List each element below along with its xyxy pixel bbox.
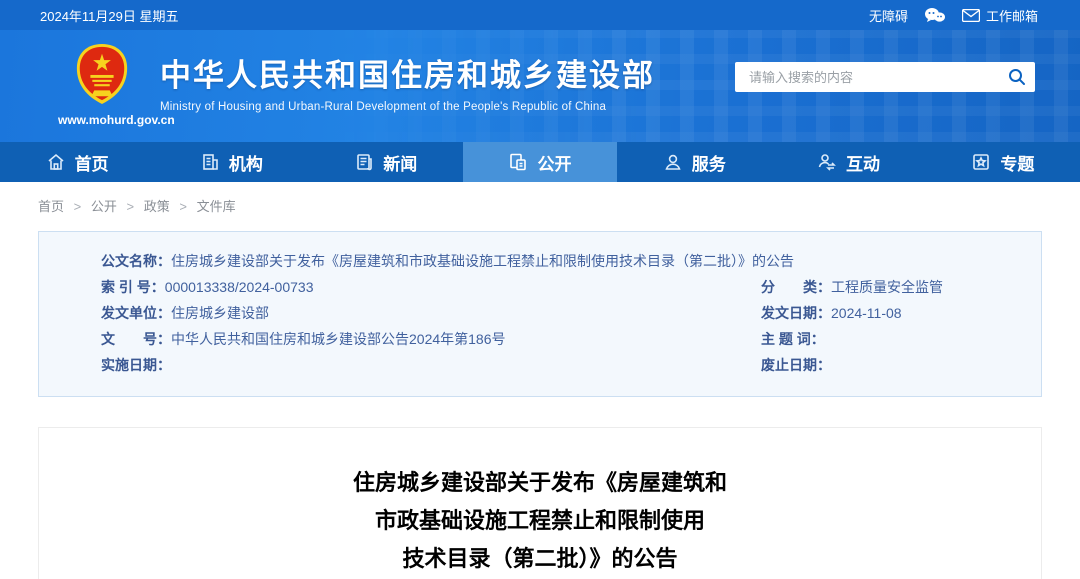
current-date: 2024年11月29日 星期五	[40, 8, 179, 24]
nav-item-disclosure[interactable]: 公开	[462, 142, 618, 182]
nav-item-interaction[interactable]: 互动	[771, 142, 925, 182]
index-number-row: 索 引 号：000013338/2024-00733	[101, 279, 314, 295]
top-utility-bar: 2024年11月29日 星期五 无障碍 工作邮箱	[0, 0, 1080, 30]
article-panel: 住房城乡建设部关于发布《房屋建筑和 市政基础设施工程禁止和限制使用 技术目录（第…	[38, 427, 1042, 579]
breadcrumb-disclosure[interactable]: 公开	[91, 199, 117, 214]
nav-item-org[interactable]: 机构	[154, 142, 308, 182]
wechat-icon[interactable]	[924, 7, 946, 23]
doc-number-row: 文 号：中华人民共和国住房和城乡建设部公告2024年第186号	[101, 331, 506, 347]
nav-item-topics[interactable]: 专题	[926, 142, 1080, 182]
nav-label: 专题	[1000, 154, 1035, 174]
nav-item-services[interactable]: 服务	[617, 142, 771, 182]
site-subtitle: Ministry of Housing and Urban-Rural Deve…	[160, 101, 607, 113]
issuing-unit-row: 发文单位：住房城乡建设部	[101, 305, 269, 321]
nav-label: 公开	[537, 154, 572, 174]
doc-info-panel: 公文名称：住房城乡建设部关于发布《房屋建筑和市政基础设施工程禁止和限制使用技术目…	[38, 231, 1042, 397]
doc-name-row: 公文名称：住房城乡建设部关于发布《房屋建筑和市政基础设施工程禁止和限制使用技术目…	[101, 248, 1041, 274]
site-header: www.mohurd.gov.cn 中华人民共和国住房和城乡建设部 Minist…	[0, 30, 1080, 142]
subject-words-row: 主 题 词：	[761, 331, 825, 347]
work-mailbox-label: 工作邮箱	[985, 8, 1038, 24]
national-emblem-icon	[76, 44, 128, 104]
site-title: 中华人民共和国住房和城乡建设部	[160, 58, 655, 93]
nav-label: 互动	[846, 154, 881, 174]
nav-label: 机构	[228, 154, 263, 174]
doc-name-value: 住房城乡建设部关于发布《房屋建筑和市政基础设施工程禁止和限制使用技术目录（第二批…	[171, 253, 794, 269]
implementation-date-row: 实施日期：	[101, 357, 171, 373]
building-icon	[203, 154, 218, 170]
nav-item-home[interactable]: 首页	[0, 142, 154, 182]
news-icon	[357, 154, 373, 171]
repeal-date-row: 废止日期：	[761, 357, 831, 373]
category-row: 分 类：工程质量安全监管	[761, 279, 943, 295]
nav-label: 新闻	[383, 154, 418, 174]
accessibility-link[interactable]: 无障碍	[869, 6, 908, 25]
site-logo[interactable]: www.mohurd.gov.cn	[58, 42, 175, 127]
search-icon[interactable]	[999, 62, 1035, 92]
article-title-line: 住房城乡建设部关于发布《房屋建筑和	[352, 470, 727, 495]
search-input[interactable]	[735, 62, 999, 92]
article-title-line: 市政基础设施工程禁止和限制使用	[374, 508, 705, 533]
star-topic-icon	[973, 154, 990, 170]
doc-name-label: 公文名称：	[101, 253, 171, 269]
mail-icon	[961, 8, 980, 22]
article-title-line: 技术目录（第二批）》的公告	[402, 546, 678, 571]
breadcrumb-separator: >	[126, 199, 135, 214]
breadcrumb-home[interactable]: 首页	[38, 199, 64, 214]
breadcrumb: 首页 > 公开 > 政策 > 文件库	[0, 182, 1080, 227]
service-person-icon	[665, 154, 681, 170]
site-search	[735, 62, 1035, 92]
nav-label: 首页	[74, 154, 109, 174]
interaction-icon	[818, 154, 836, 171]
article-title: 住房城乡建设部关于发布《房屋建筑和 市政基础设施工程禁止和限制使用 技术目录（第…	[39, 464, 1041, 578]
documents-icon	[510, 153, 527, 171]
breadcrumb-separator: >	[73, 199, 82, 214]
breadcrumb-separator: >	[179, 199, 187, 214]
issue-date-row: 发文日期：2024-11-08	[761, 305, 902, 321]
work-mailbox-link[interactable]: 工作邮箱	[961, 6, 1038, 25]
breadcrumb-library[interactable]: 文件库	[197, 199, 236, 214]
site-url: www.mohurd.gov.cn	[58, 113, 175, 127]
home-icon	[48, 153, 64, 170]
breadcrumb-policy[interactable]: 政策	[144, 199, 170, 214]
nav-label: 服务	[691, 154, 726, 174]
nav-item-news[interactable]: 新闻	[309, 142, 463, 182]
main-nav: 首页 机构 新闻 公开 服务 互动 专题	[0, 142, 1080, 182]
